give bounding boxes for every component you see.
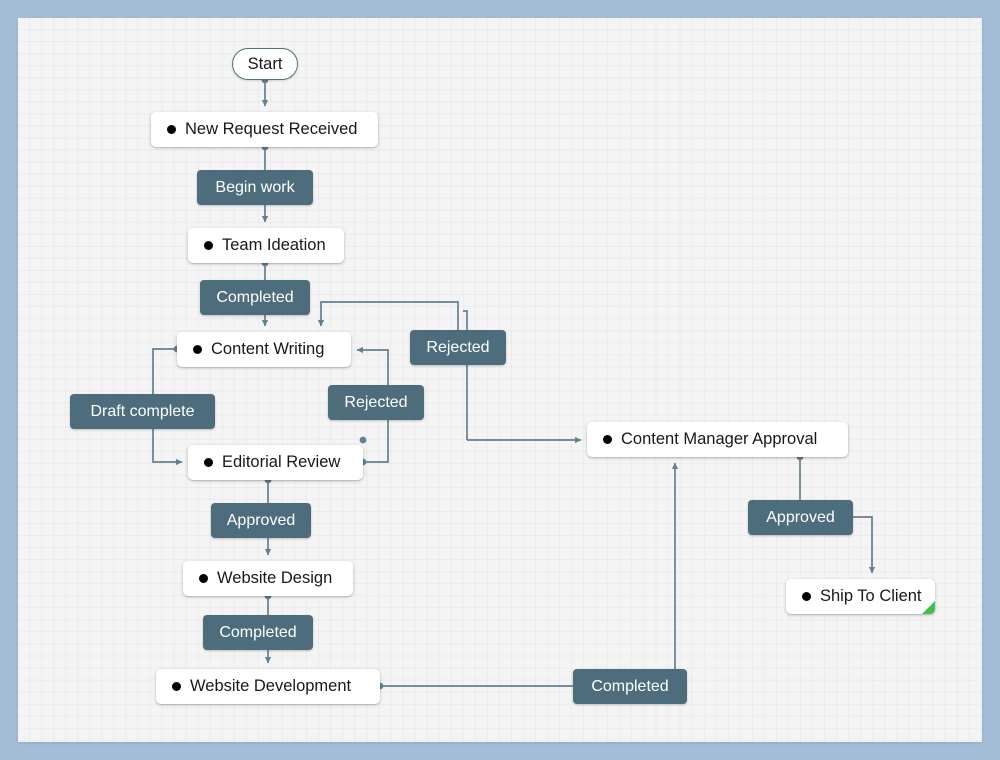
node-n3[interactable]: Content Writing [177,332,351,367]
edge-label-text: Approved [226,511,296,529]
node-label: New Request Received [185,120,358,138]
edge-label-l5[interactable]: Draft complete [70,394,215,429]
edge-label-text: Rejected [344,393,408,411]
edge-label-l9[interactable]: Completed [573,669,687,704]
node-n2[interactable]: Team Ideation [188,228,344,263]
edge-label-text: Begin work [215,178,295,196]
node-n7[interactable]: Website Development [156,669,380,704]
node-n5[interactable]: Content Manager Approval [587,422,848,457]
node-bullet-icon [802,592,811,601]
node-bullet-icon [603,435,612,444]
node-bullet-icon [193,345,202,354]
node-bullet-icon [199,574,208,583]
node-label: Start [247,54,283,73]
edge-label-text: Completed [216,288,294,306]
edge-label-l2[interactable]: Completed [200,280,310,315]
node-label: Website Design [217,569,333,587]
diagram-app: Start New Request Received Team Ideation Co… [0,0,1000,760]
node-bullet-icon [204,241,213,250]
node-label: Content Writing [211,340,325,358]
edge-label-text: Draft complete [90,402,195,420]
node-label: Content Manager Approval [621,430,818,448]
edge-label-text: Completed [219,623,297,641]
node-start[interactable]: Start [232,48,298,80]
edge-label-l8[interactable]: Approved [748,500,853,535]
node-n1[interactable]: New Request Received [151,112,378,147]
edge-label-text: Rejected [426,338,490,356]
edge-label-l6[interactable]: Approved [211,503,311,538]
node-n8[interactable]: Ship To Client [786,579,935,614]
node-bullet-icon [204,458,213,467]
edge-label-l7[interactable]: Completed [203,615,313,650]
final-state-flag-icon [922,601,935,614]
node-n6[interactable]: Website Design [183,561,353,596]
node-label: Editorial Review [222,453,341,471]
edge-label-l1[interactable]: Begin work [197,170,313,205]
node-label: Team Ideation [222,236,326,254]
node-label: Website Development [190,677,352,695]
edge-label-text: Approved [766,508,835,526]
edge-label-text: Completed [591,677,669,695]
node-n4[interactable]: Editorial Review [188,445,363,480]
node-label: Ship To Client [820,587,922,605]
node-bullet-icon [172,682,181,691]
edge-label-l4[interactable]: Rejected [328,385,424,420]
edge-label-l3[interactable]: Rejected [410,330,506,365]
node-bullet-icon [167,125,176,134]
